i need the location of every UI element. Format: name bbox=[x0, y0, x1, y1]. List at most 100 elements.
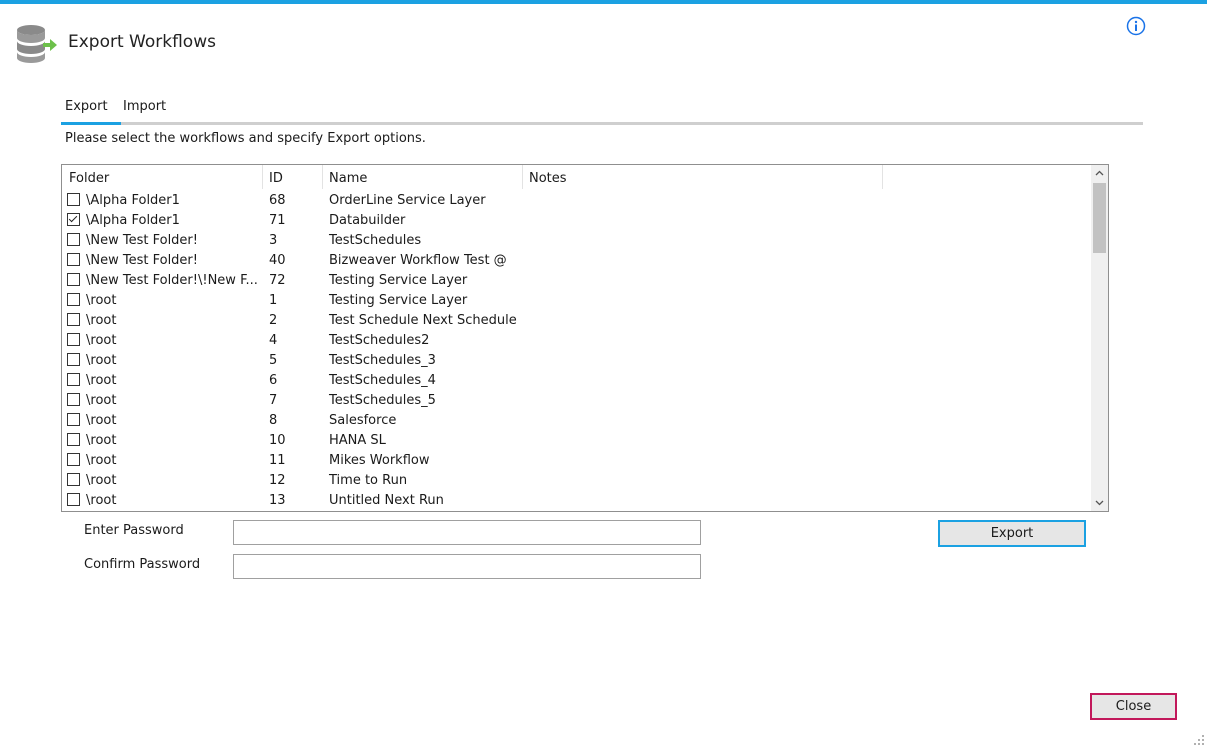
name-cell: TestSchedules_5 bbox=[329, 393, 436, 408]
folder-cell: \New Test Folder! bbox=[86, 233, 198, 248]
row-checkbox[interactable] bbox=[67, 333, 80, 346]
table-row[interactable]: \root 10 HANA SL bbox=[62, 430, 1090, 450]
row-checkbox[interactable] bbox=[67, 253, 80, 266]
name-cell: TestSchedules_4 bbox=[329, 373, 436, 388]
column-header-name[interactable]: Name bbox=[329, 171, 367, 186]
name-cell: Mikes Workflow bbox=[329, 453, 430, 468]
table-row[interactable]: \root 1 Testing Service Layer bbox=[62, 290, 1090, 310]
table-row[interactable]: \root 11 Mikes Workflow bbox=[62, 450, 1090, 470]
confirm-password-input[interactable] bbox=[233, 554, 701, 579]
name-cell: HANA SL bbox=[329, 433, 386, 448]
folder-cell: \root bbox=[86, 333, 117, 348]
row-checkbox[interactable] bbox=[67, 293, 80, 306]
table-row[interactable]: \New Test Folder! 40 Bizweaver Workflow Te… bbox=[62, 250, 1090, 270]
scrollbar-thumb[interactable] bbox=[1093, 183, 1106, 253]
name-cell: Untitled Next Run bbox=[329, 493, 444, 508]
table-row[interactable]: \root 6 TestSchedules_4 bbox=[62, 370, 1090, 390]
row-checkbox[interactable] bbox=[67, 393, 80, 406]
id-cell: 3 bbox=[269, 233, 278, 248]
row-checkbox[interactable] bbox=[67, 453, 80, 466]
database-export-icon bbox=[17, 25, 57, 63]
scroll-up-arrow-icon[interactable] bbox=[1091, 165, 1108, 182]
column-header-id[interactable]: ID bbox=[269, 171, 283, 186]
row-checkbox[interactable] bbox=[67, 433, 80, 446]
name-cell: Salesforce bbox=[329, 413, 397, 428]
row-checkbox[interactable] bbox=[67, 213, 80, 226]
id-cell: 6 bbox=[269, 373, 278, 388]
table-row[interactable]: \root 5 TestSchedules_3 bbox=[62, 350, 1090, 370]
name-cell: OrderLine Service Layer bbox=[329, 193, 486, 208]
column-separator[interactable] bbox=[322, 165, 323, 189]
name-cell: Time to Run bbox=[329, 473, 408, 488]
id-cell: 40 bbox=[269, 253, 286, 268]
grid-header: Folder ID Name Notes bbox=[62, 165, 1090, 191]
id-cell: 72 bbox=[269, 273, 286, 288]
folder-cell: \root bbox=[86, 293, 117, 308]
vertical-scrollbar[interactable] bbox=[1091, 165, 1108, 511]
row-checkbox[interactable] bbox=[67, 473, 80, 486]
tab-export[interactable]: Export bbox=[65, 99, 108, 114]
tab-import[interactable]: Import bbox=[123, 99, 166, 114]
row-checkbox[interactable] bbox=[67, 273, 80, 286]
scroll-down-arrow-icon[interactable] bbox=[1091, 494, 1108, 511]
column-separator[interactable] bbox=[262, 165, 263, 189]
resize-grip-icon[interactable] bbox=[1193, 734, 1205, 746]
info-icon[interactable] bbox=[1126, 16, 1146, 36]
name-cell: Testing Service Layer bbox=[329, 273, 468, 288]
id-cell: 13 bbox=[269, 493, 286, 508]
grid-rows: \Alpha Folder1 68 OrderLine Service Layer \… bbox=[62, 190, 1090, 510]
column-header-folder[interactable]: Folder bbox=[69, 171, 109, 186]
name-cell: Test Schedule Next Schedule bbox=[329, 313, 517, 328]
table-row[interactable]: \root 7 TestSchedules_5 bbox=[62, 390, 1090, 410]
tab-underline bbox=[61, 122, 1143, 125]
name-cell: TestSchedules_3 bbox=[329, 353, 436, 368]
table-row[interactable]: \root 12 Time to Run bbox=[62, 470, 1090, 490]
table-row[interactable]: \root 4 TestSchedules2 bbox=[62, 330, 1090, 350]
folder-cell: \root bbox=[86, 433, 117, 448]
column-header-notes[interactable]: Notes bbox=[529, 171, 567, 186]
id-cell: 4 bbox=[269, 333, 278, 348]
instruction-text: Please select the workflows and specify … bbox=[65, 131, 426, 146]
export-button[interactable]: Export bbox=[938, 520, 1086, 547]
confirm-password-label: Confirm Password bbox=[84, 557, 201, 572]
password-label: Enter Password bbox=[84, 523, 184, 538]
row-checkbox[interactable] bbox=[67, 413, 80, 426]
table-row[interactable]: \root 13 Untitled Next Run bbox=[62, 490, 1090, 510]
folder-cell: \root bbox=[86, 413, 117, 428]
folder-cell: \Alpha Folder1 bbox=[86, 193, 180, 208]
workflow-grid[interactable]: Folder ID Name Notes \Alpha Folder1 68 Ord… bbox=[61, 164, 1109, 512]
id-cell: 1 bbox=[269, 293, 278, 308]
row-checkbox[interactable] bbox=[67, 233, 80, 246]
table-row[interactable]: \Alpha Folder1 68 OrderLine Service Layer bbox=[62, 190, 1090, 210]
table-row[interactable]: \root 8 Salesforce bbox=[62, 410, 1090, 430]
folder-cell: \root bbox=[86, 493, 117, 508]
table-row[interactable]: \New Test Folder!\!New F... 72 Testing Ser… bbox=[62, 270, 1090, 290]
folder-cell: \New Test Folder!\!New F... bbox=[86, 273, 258, 288]
name-cell: Testing Service Layer bbox=[329, 293, 468, 308]
id-cell: 7 bbox=[269, 393, 278, 408]
row-checkbox[interactable] bbox=[67, 313, 80, 326]
column-separator[interactable] bbox=[522, 165, 523, 189]
id-cell: 2 bbox=[269, 313, 278, 328]
row-checkbox[interactable] bbox=[67, 193, 80, 206]
id-cell: 5 bbox=[269, 353, 278, 368]
tab-bar: Export Import bbox=[61, 97, 1143, 125]
id-cell: 8 bbox=[269, 413, 278, 428]
row-checkbox[interactable] bbox=[67, 373, 80, 386]
id-cell: 11 bbox=[269, 453, 286, 468]
top-accent-bar bbox=[0, 0, 1207, 4]
column-separator[interactable] bbox=[882, 165, 883, 189]
row-checkbox[interactable] bbox=[67, 493, 80, 506]
folder-cell: \New Test Folder! bbox=[86, 253, 198, 268]
close-button[interactable]: Close bbox=[1090, 693, 1177, 720]
table-row[interactable]: \root 2 Test Schedule Next Schedule bbox=[62, 310, 1090, 330]
password-input[interactable] bbox=[233, 520, 701, 545]
table-row[interactable]: \New Test Folder! 3 TestSchedules bbox=[62, 230, 1090, 250]
row-checkbox[interactable] bbox=[67, 353, 80, 366]
tab-active-indicator bbox=[61, 122, 121, 125]
table-row[interactable]: \Alpha Folder1 71 Databuilder bbox=[62, 210, 1090, 230]
folder-cell: \root bbox=[86, 453, 117, 468]
name-cell: TestSchedules bbox=[329, 233, 422, 248]
folder-cell: \root bbox=[86, 353, 117, 368]
folder-cell: \root bbox=[86, 393, 117, 408]
